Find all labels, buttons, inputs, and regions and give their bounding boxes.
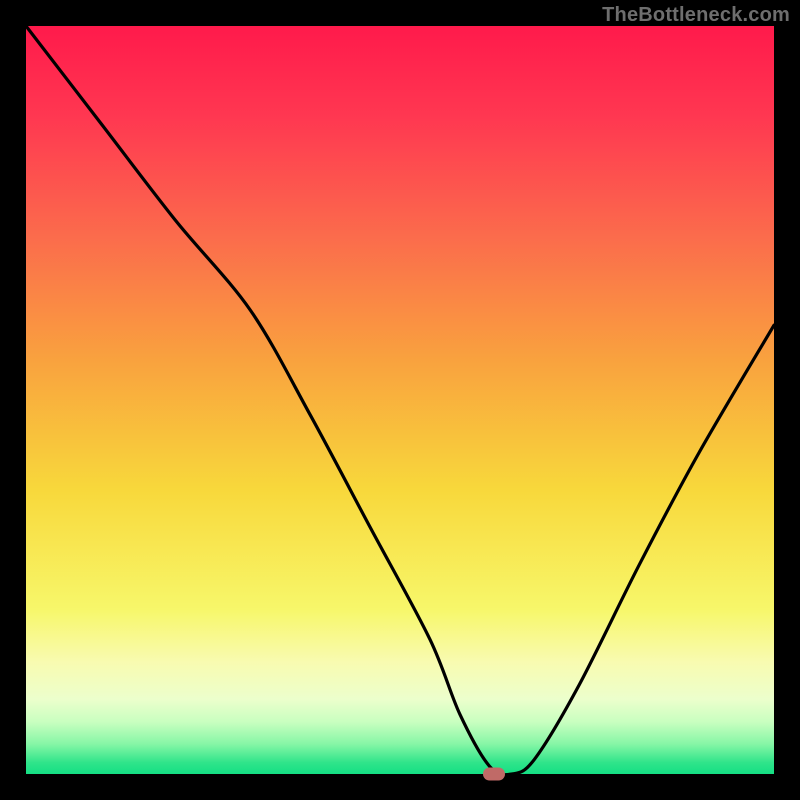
plot-area (26, 26, 774, 774)
bottleneck-curve (26, 26, 774, 774)
bottleneck-chart: TheBottleneck.com (0, 0, 800, 800)
curve-layer (26, 26, 774, 774)
optimal-point-marker (483, 768, 505, 781)
watermark-text: TheBottleneck.com (602, 4, 790, 27)
